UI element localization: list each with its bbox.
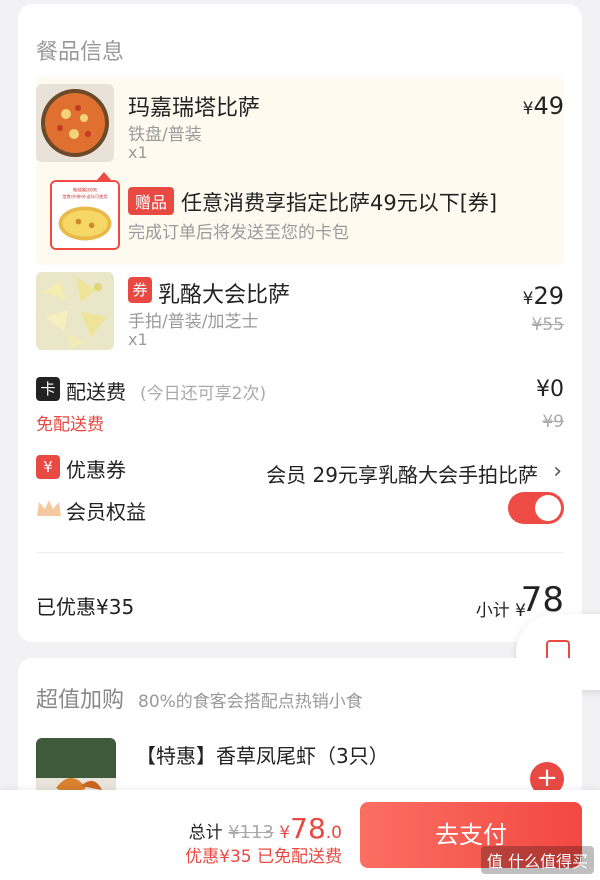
- item-spec: 铁盘/普装: [128, 125, 202, 145]
- pizza-margherita-image: [36, 84, 114, 162]
- crown-icon: [36, 498, 62, 518]
- item-name: 玛嘉瑞塔比萨: [128, 96, 261, 121]
- yen-icon: ¥: [36, 455, 60, 479]
- total-amount: 78: [290, 812, 326, 845]
- watermark: 值 什么值得买: [480, 846, 594, 874]
- coupon-tag: 券: [128, 277, 152, 303]
- membership-toggle[interactable]: [508, 492, 564, 524]
- original-total: ¥113: [228, 822, 274, 843]
- checkout-bar: 总计 ¥113 ¥78.0 优惠¥35 已免配送费 去支付 值 什么值得买: [0, 790, 600, 880]
- section-title: 餐品信息: [36, 40, 125, 65]
- chevron-right-icon[interactable]: ›: [553, 459, 562, 484]
- gift-thumb-caption-2: 堂食/外带/外送均可使用: [62, 193, 107, 200]
- total-line: 总计 ¥113 ¥78.0: [189, 812, 342, 845]
- item-qty: x1: [128, 330, 148, 349]
- total-decimal: .0: [325, 823, 342, 843]
- addon-subtitle: 80%的食客会搭配点热销小食: [138, 692, 363, 712]
- item-name: 乳酪大会比萨: [158, 283, 291, 308]
- gift-tag: 赠品: [128, 187, 175, 215]
- item-original-price: ¥55: [531, 315, 564, 335]
- pizza-cheese-image: [36, 272, 114, 350]
- addon-item-name: 【特惠】香草凤尾虾（3只）: [136, 744, 389, 768]
- coupon-value[interactable]: 会员 29元享乳酪大会手拍比萨: [266, 459, 538, 488]
- item-qty: x1: [128, 143, 148, 162]
- membership-label: 会员权益: [66, 500, 146, 524]
- coupon-label: 优惠券: [66, 458, 126, 482]
- subtotal-label: 小计 ¥: [475, 601, 526, 621]
- gift-title: 任意消费享指定比萨49元以下[券]: [181, 191, 498, 215]
- delivery-label: 配送费: [66, 380, 126, 404]
- addon-title: 超值加购: [36, 688, 125, 713]
- gift-subtitle: 完成订单后将发送至您的卡包: [128, 223, 349, 243]
- delivery-price: ¥0: [536, 377, 564, 402]
- item-price: ¥29: [522, 282, 564, 310]
- divider: [36, 552, 564, 553]
- gift-pointer-arrow: [97, 172, 111, 180]
- delivery-note: (今日还可享2次): [140, 384, 267, 404]
- delivery-original-price: ¥9: [542, 412, 564, 432]
- free-delivery-label: 免配送费: [36, 415, 104, 435]
- total-label: 总计: [188, 823, 223, 843]
- order-info-card: 餐品信息 玛嘉瑞塔比萨 铁盘/普装 x1 ¥49 有效期30天 堂食/外带/外送…: [18, 4, 582, 642]
- item-price: ¥49: [522, 92, 564, 120]
- toggle-knob: [535, 495, 561, 521]
- total-currency: ¥: [279, 823, 291, 843]
- discount-line: 优惠¥35 已免配送费: [185, 847, 342, 867]
- saved-amount: 已优惠¥35: [36, 595, 135, 619]
- item-spec: 手拍/普装/加芝士: [128, 312, 259, 332]
- gift-coupon-image: 有效期30天 堂食/外带/外送均可使用: [50, 180, 120, 250]
- card-icon: 卡: [36, 377, 60, 401]
